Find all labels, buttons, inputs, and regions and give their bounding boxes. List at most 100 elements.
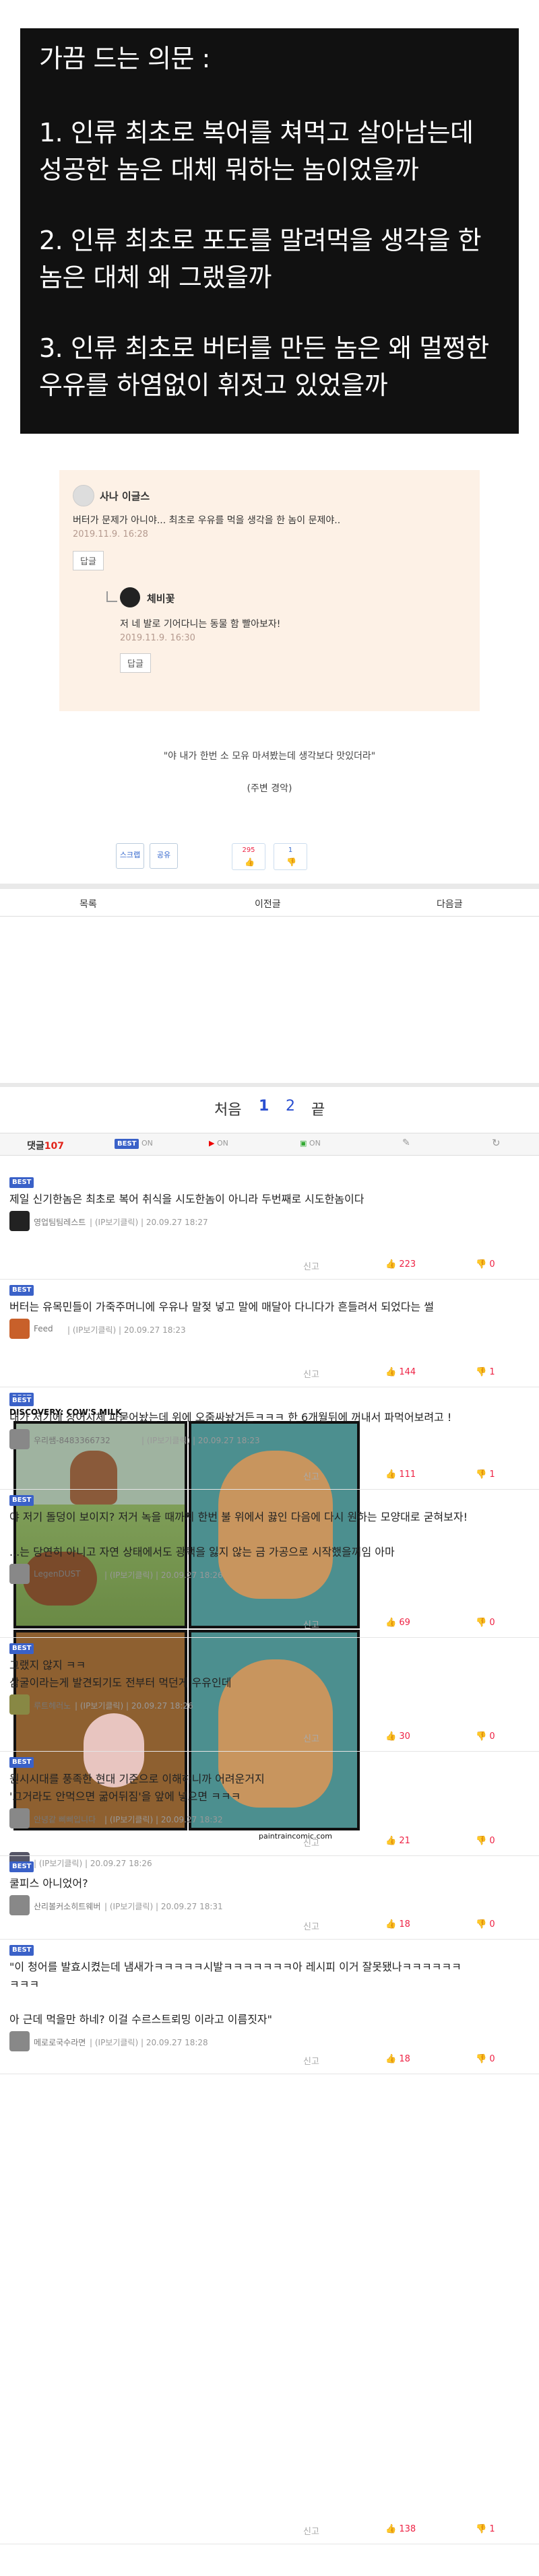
comment-tab-label: 댓글	[27, 1141, 44, 1152]
downvote-button[interactable]: 👎 1	[476, 1469, 495, 1480]
refresh-icon[interactable]: ↻	[492, 1137, 501, 1149]
comment-text: "이 청어를 발효시켰는데 냄새가ㅋㅋㅋㅋㅋ시발ㅋㅋㅋㅋㅋㅋㅋ아 레시피 이거 …	[9, 1960, 462, 2026]
comment-count: 107	[44, 1141, 64, 1152]
avatar	[9, 1429, 30, 1449]
report-button[interactable]: 신고	[303, 1731, 319, 1744]
comment-nickname[interactable]: 산리볼커소히트웨버	[34, 1901, 100, 1912]
quote-text: "야 내가 한번 소 모유 마셔봤는데 생각보다 맛있더라"	[163, 751, 376, 762]
comment-date: 2019.11.9. 16:28	[73, 529, 148, 539]
comment-nickname[interactable]: 안녕같 삐삐입니다	[34, 1814, 96, 1825]
report-button[interactable]: 신고	[303, 1919, 319, 1932]
pager-2[interactable]: 2	[286, 1098, 295, 1115]
report-button[interactable]: 신고	[303, 2524, 319, 2537]
video-toggle[interactable]: ▶ ON	[209, 1139, 228, 1148]
report-button[interactable]: 신고	[303, 1259, 319, 1272]
divider	[0, 884, 539, 889]
report-button[interactable]: 신고	[303, 2054, 319, 2067]
best-badge: BEST	[9, 1757, 34, 1768]
toggle-state: ON	[309, 1139, 321, 1148]
upvote-button[interactable]: 👍 138	[385, 2524, 416, 2534]
pager-first[interactable]: 처음	[214, 1098, 241, 1119]
card-line-3b: 우유를 하염없이 휘젓고 있었을까	[39, 370, 388, 400]
report-button[interactable]: 신고	[303, 1836, 319, 1849]
comment-author: 사나 이글스	[100, 490, 150, 502]
downvote-button[interactable]: 👎 1	[476, 1367, 495, 1377]
video-icon: ▶	[209, 1139, 215, 1148]
card-line-2a: 2. 인류 최초로 포도를 말려먹을 생각을 한	[39, 226, 482, 255]
best-badge: BEST	[9, 1861, 34, 1872]
next-link[interactable]: 다음글	[437, 897, 463, 911]
card-line-1b: 성공한 놈은 대체 뭐하는 놈이었을까	[39, 155, 419, 185]
comment-meta: | (IP보기클릭) | 20.09.27 18:26	[75, 1701, 193, 1711]
upvote-button[interactable]: 👍 223	[385, 1259, 416, 1269]
upvote-count: 295	[242, 847, 255, 854]
toggle-state: ON	[216, 1139, 228, 1148]
thumbs-up-icon: 👍	[245, 857, 255, 867]
upvote-button[interactable]: 295 👍	[232, 843, 265, 870]
share-button[interactable]: 공유	[150, 843, 178, 869]
upvote-button[interactable]: 👍 18	[385, 2054, 410, 2064]
report-button[interactable]: 신고	[303, 1469, 319, 1482]
comment-meta: | (IP보기클릭) | 20.09.27 18:31	[104, 1902, 223, 1911]
reply-date: 2019.11.9. 16:30	[120, 633, 195, 643]
comment-nickname[interactable]: 우리쌤-8483366732	[34, 1434, 110, 1446]
comment-text: 쿨피스 아니었어?	[9, 1877, 88, 1890]
best-toggle[interactable]: BEST ON	[115, 1139, 153, 1149]
reply-button[interactable]: 답글	[120, 653, 151, 673]
comment-item: BEST 야 저기 돌덩이 보이지? 저거 녹을 때까지 한번 불 위에서 끓인 …	[0, 1490, 539, 1638]
avatar	[9, 1564, 30, 1584]
downvote-button[interactable]: 👎 0	[476, 1259, 495, 1269]
downvote-button[interactable]: 1 👎	[274, 843, 307, 870]
nested-reply: 체비꽃 저 네 발로 기어다니는 동물 함 빨아보자! 2019.11.9. 1…	[86, 586, 464, 694]
avatar	[9, 1895, 30, 1915]
comment-item: BEST 그랬지 않지 ㅋㅋ 삼굴이라는게 발견되기도 전부터 먹던게 우유인데 루…	[0, 1638, 539, 1752]
card-line-2b: 놈은 대체 왜 그랬을까	[39, 263, 272, 292]
avatar	[9, 2031, 30, 2051]
downvote-button[interactable]: 👎 1	[476, 2524, 495, 2534]
image-icon: ▣	[300, 1139, 307, 1148]
pencil-icon[interactable]: ✎	[402, 1137, 410, 1148]
pager-last[interactable]: 끝	[311, 1098, 325, 1119]
comment-meta: | (IP보기클릭) | 20.09.27 18:26	[104, 1571, 223, 1580]
downvote-button[interactable]: 👎 0	[476, 1731, 495, 1742]
comment-nickname[interactable]: 영업팀팀레스트	[34, 1216, 86, 1228]
list-link[interactable]: 목록	[80, 897, 97, 911]
downvote-button[interactable]: 👎 0	[476, 1919, 495, 1929]
reply-arrow-icon	[106, 591, 117, 602]
card-line-1a: 1. 인류 최초로 복어를 쳐먹고 살아남는데	[39, 118, 474, 147]
reply-author: 체비꽃	[147, 593, 175, 605]
report-button[interactable]: 신고	[303, 1618, 319, 1630]
upvote-button[interactable]: 👍 69	[385, 1618, 410, 1628]
comment-meta: | (IP보기클릭) | 20.09.27 18:23	[141, 1436, 260, 1445]
comment-text: 버터가 문제가 아니야... 최초로 우유를 먹을 생각을 한 놈이 문제야..	[73, 515, 341, 526]
reply-button[interactable]: 답글	[73, 551, 104, 570]
question-card: 가끔 드는 의문 : 1. 인류 최초로 복어를 쳐먹고 살아남는데 성공한 놈…	[20, 28, 519, 434]
downvote-button[interactable]: 👎 0	[476, 1836, 495, 1846]
comment-nickname[interactable]: 루트헤러노	[34, 1700, 71, 1711]
upvote-button[interactable]: 👍 30	[385, 1731, 410, 1742]
comment-meta: | (IP보기클릭) | 20.09.27 18:32	[104, 1815, 223, 1824]
comment-nickname[interactable]: Feed	[34, 1324, 53, 1333]
image-toggle[interactable]: ▣ ON	[300, 1139, 321, 1148]
avatar	[9, 1211, 30, 1231]
downvote-button[interactable]: 👎 0	[476, 2054, 495, 2064]
prev-link[interactable]: 이전글	[255, 897, 281, 911]
best-badge: BEST	[115, 1139, 139, 1149]
scrap-button[interactable]: 스크랩	[116, 843, 144, 869]
comment-item: BEST 쿨피스 아니었어? 산리볼커소히트웨버 | (IP보기클릭) | 20.09…	[0, 1856, 539, 1940]
upvote-button[interactable]: 👍 18	[385, 1919, 410, 1929]
comment-meta: | (IP보기클릭) | 20.09.27 18:27	[90, 1218, 208, 1227]
upvote-button[interactable]: 👍 111	[385, 1469, 416, 1480]
comment-tab[interactable]: 댓글107	[27, 1139, 64, 1152]
quote-source: (주변 경악)	[247, 783, 292, 794]
toggle-state: ON	[141, 1139, 153, 1148]
report-button[interactable]: 신고	[303, 1367, 319, 1380]
comment-nickname[interactable]: LegenDUST	[34, 1569, 80, 1579]
upvote-button[interactable]: 👍 144	[385, 1367, 416, 1377]
pager-1[interactable]: 1	[259, 1098, 269, 1115]
comment-nickname[interactable]: 메로로국수라면	[34, 2037, 86, 2048]
reply-text: 저 네 발로 기어다니는 동물 함 빨아보자!	[120, 619, 281, 630]
upvote-button[interactable]: 👍 21	[385, 1836, 410, 1846]
comment-text: 내가 저기에 상어시체 파묻어놨는데 위에 오줌싸놨거든ㅋㅋㅋ 한 6개월뒤에 …	[9, 1411, 452, 1424]
downvote-button[interactable]: 👎 0	[476, 1618, 495, 1628]
